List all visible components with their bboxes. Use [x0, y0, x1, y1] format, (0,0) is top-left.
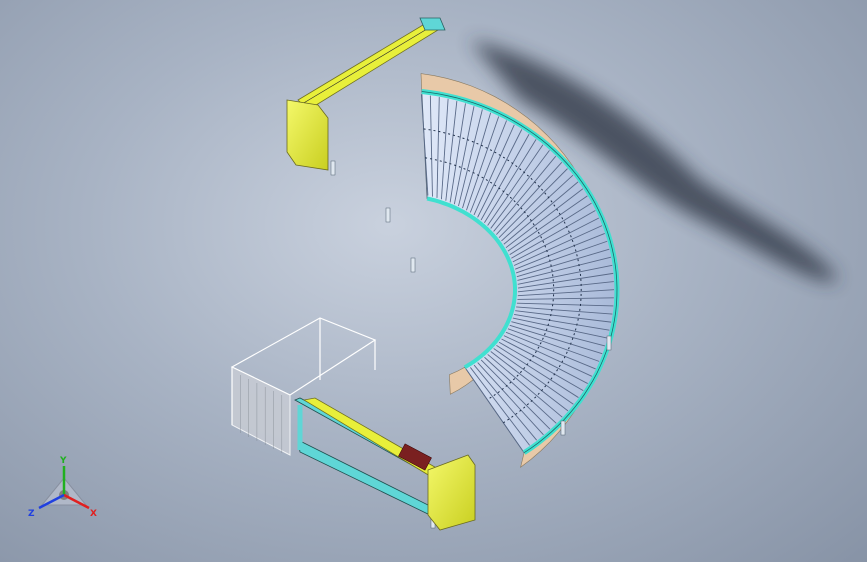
- support-leg: [385, 207, 391, 223]
- model-canvas[interactable]: Y X Z: [0, 0, 867, 562]
- support-leg: [330, 160, 336, 176]
- cage-front-panel: [231, 366, 291, 456]
- top-left-end-cap: [286, 99, 329, 171]
- bottom-end-cap: [427, 454, 476, 531]
- y-axis-label: Y: [59, 456, 67, 466]
- view-orientation-triad[interactable]: Y X Z: [28, 456, 97, 519]
- x-axis-label: X: [90, 509, 97, 519]
- z-axis-label: Z: [28, 509, 35, 519]
- support-leg: [606, 335, 612, 351]
- cad-viewport[interactable]: Y X Z: [0, 0, 867, 562]
- support-leg: [410, 257, 416, 273]
- support-leg: [560, 420, 566, 436]
- top-end-roller-edge: [301, 25, 433, 105]
